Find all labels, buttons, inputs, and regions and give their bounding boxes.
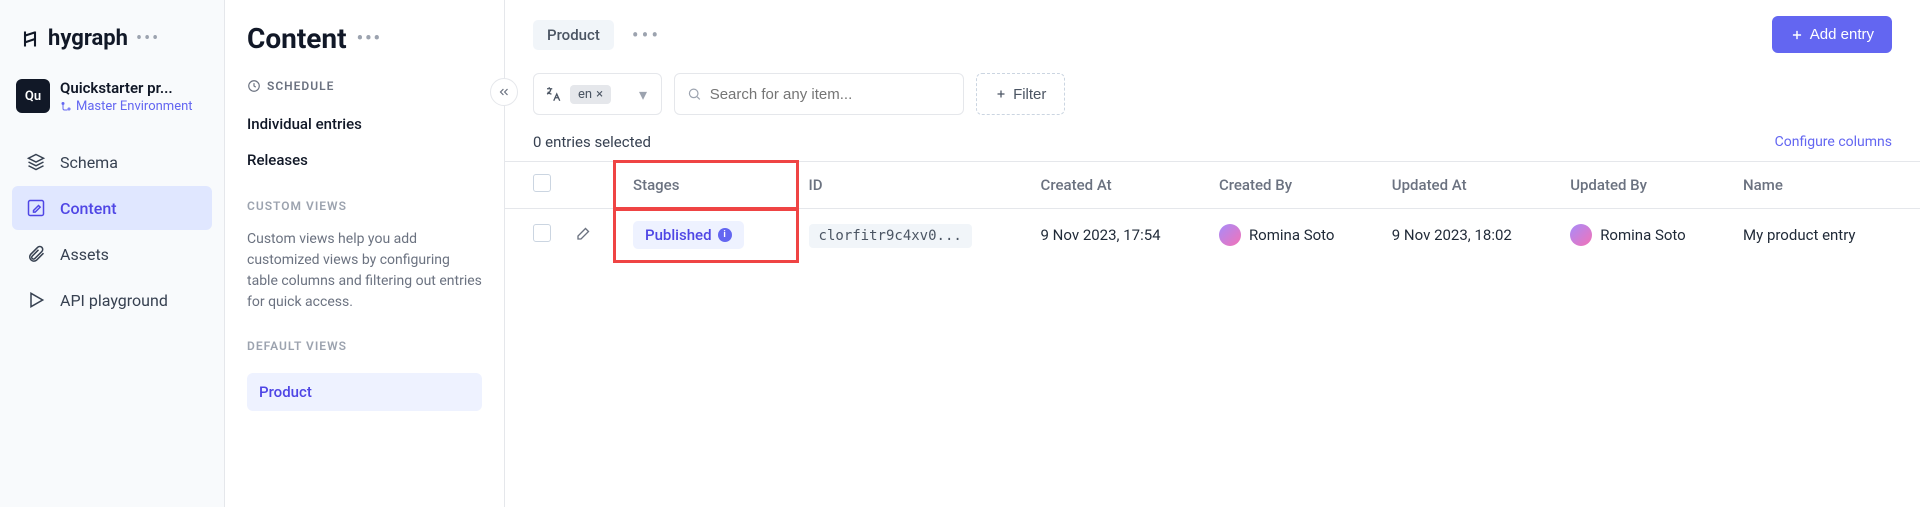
add-entry-button[interactable]: Add entry bbox=[1772, 16, 1892, 53]
user-avatar bbox=[1219, 224, 1241, 246]
brand-name: hygraph bbox=[48, 26, 128, 51]
search-field[interactable] bbox=[710, 86, 951, 103]
brand-more-icon[interactable]: ••• bbox=[136, 28, 160, 49]
breadcrumb: Product ••• bbox=[533, 20, 661, 50]
breadcrumb-more-icon[interactable]: ••• bbox=[632, 23, 661, 47]
link-individual-entries[interactable]: Individual entries bbox=[247, 111, 482, 137]
layers-icon bbox=[26, 152, 46, 172]
translate-icon bbox=[544, 85, 562, 103]
created-by-cell: Romina Soto bbox=[1219, 224, 1368, 246]
default-views-heading: DEFAULT VIEWS bbox=[247, 339, 482, 353]
breadcrumb-model[interactable]: Product bbox=[533, 20, 614, 50]
col-header-id[interactable]: ID bbox=[797, 162, 1029, 209]
plus-icon bbox=[995, 88, 1007, 100]
chevrons-left-icon bbox=[497, 85, 511, 99]
primary-nav: Schema Content Assets API playground bbox=[0, 134, 224, 328]
configure-columns-link[interactable]: Configure columns bbox=[1775, 134, 1892, 150]
table-meta-row: 0 entries selected Configure columns bbox=[505, 123, 1920, 161]
clock-icon bbox=[247, 79, 261, 93]
col-header-updated-by[interactable]: Updated By bbox=[1558, 162, 1731, 209]
user-avatar bbox=[1570, 224, 1592, 246]
locale-selector[interactable]: en × ▾ bbox=[533, 73, 662, 115]
locale-chip[interactable]: en × bbox=[570, 85, 611, 104]
remove-locale-icon[interactable]: × bbox=[596, 87, 603, 102]
col-header-created-by[interactable]: Created By bbox=[1207, 162, 1380, 209]
link-releases[interactable]: Releases bbox=[247, 147, 482, 173]
nav-assets[interactable]: Assets bbox=[12, 232, 212, 276]
project-selector[interactable]: Qu Quickstarter pr... Master Environment bbox=[0, 71, 224, 134]
stage-badge[interactable]: Published i bbox=[633, 221, 744, 249]
created-at-cell: 9 Nov 2023, 17:54 bbox=[1029, 209, 1207, 262]
nav-content[interactable]: Content bbox=[12, 186, 212, 230]
entries-table: Stages ID Created At Created By Updated … bbox=[505, 161, 1920, 261]
info-dot-icon: i bbox=[718, 228, 732, 242]
brand-logo-icon bbox=[20, 29, 40, 49]
table-row[interactable]: Published i clorfitr9c4xv0... 9 Nov 2023… bbox=[505, 209, 1920, 262]
row-checkbox[interactable] bbox=[533, 224, 551, 242]
updated-by-cell: Romina Soto bbox=[1570, 224, 1719, 246]
custom-views-description: Custom views help you add customized vie… bbox=[247, 229, 482, 313]
schedule-heading: SCHEDULE bbox=[247, 79, 482, 93]
pencil-icon bbox=[575, 224, 593, 242]
play-icon bbox=[26, 290, 46, 310]
section-more-icon[interactable]: ••• bbox=[357, 28, 382, 49]
toolbar: en × ▾ Filter bbox=[505, 57, 1920, 123]
section-title: Content ••• bbox=[247, 22, 482, 55]
view-product[interactable]: Product bbox=[247, 373, 482, 411]
table-header-row: Stages ID Created At Created By Updated … bbox=[505, 162, 1920, 209]
collapse-sidebar-button[interactable] bbox=[490, 78, 518, 106]
custom-views-heading: CUSTOM VIEWS bbox=[247, 199, 482, 213]
col-header-name[interactable]: Name bbox=[1731, 162, 1920, 209]
main-content: Product ••• Add entry en × ▾ bbox=[505, 0, 1920, 507]
paperclip-icon bbox=[26, 244, 46, 264]
secondary-sidebar: Content ••• SCHEDULE Individual entries … bbox=[225, 0, 505, 507]
col-header-stages[interactable]: Stages bbox=[627, 176, 785, 194]
search-icon bbox=[687, 86, 702, 102]
project-avatar: Qu bbox=[16, 79, 50, 113]
chevron-down-icon[interactable]: ▾ bbox=[619, 85, 651, 104]
select-all-checkbox[interactable] bbox=[533, 174, 551, 192]
branch-icon bbox=[60, 101, 72, 113]
topbar: Product ••• Add entry bbox=[505, 0, 1920, 57]
brand: hygraph ••• bbox=[0, 16, 224, 71]
nav-api-playground[interactable]: API playground bbox=[12, 278, 212, 322]
search-input-wrapper[interactable] bbox=[674, 73, 964, 115]
filter-button[interactable]: Filter bbox=[976, 73, 1065, 115]
col-header-created-at[interactable]: Created At bbox=[1029, 162, 1207, 209]
primary-sidebar: hygraph ••• Qu Quickstarter pr... Master… bbox=[0, 0, 225, 507]
edit-square-icon bbox=[26, 198, 46, 218]
nav-schema[interactable]: Schema bbox=[12, 140, 212, 184]
edit-row-button[interactable] bbox=[575, 228, 593, 246]
plus-icon bbox=[1790, 28, 1804, 42]
entry-id[interactable]: clorfitr9c4xv0... bbox=[809, 224, 972, 248]
project-environment[interactable]: Master Environment bbox=[60, 99, 193, 114]
name-cell: My product entry bbox=[1731, 209, 1920, 262]
project-name: Quickstarter pr... bbox=[60, 79, 193, 97]
col-header-updated-at[interactable]: Updated At bbox=[1380, 162, 1558, 209]
selection-count: 0 entries selected bbox=[533, 133, 651, 151]
updated-at-cell: 9 Nov 2023, 18:02 bbox=[1380, 209, 1558, 262]
